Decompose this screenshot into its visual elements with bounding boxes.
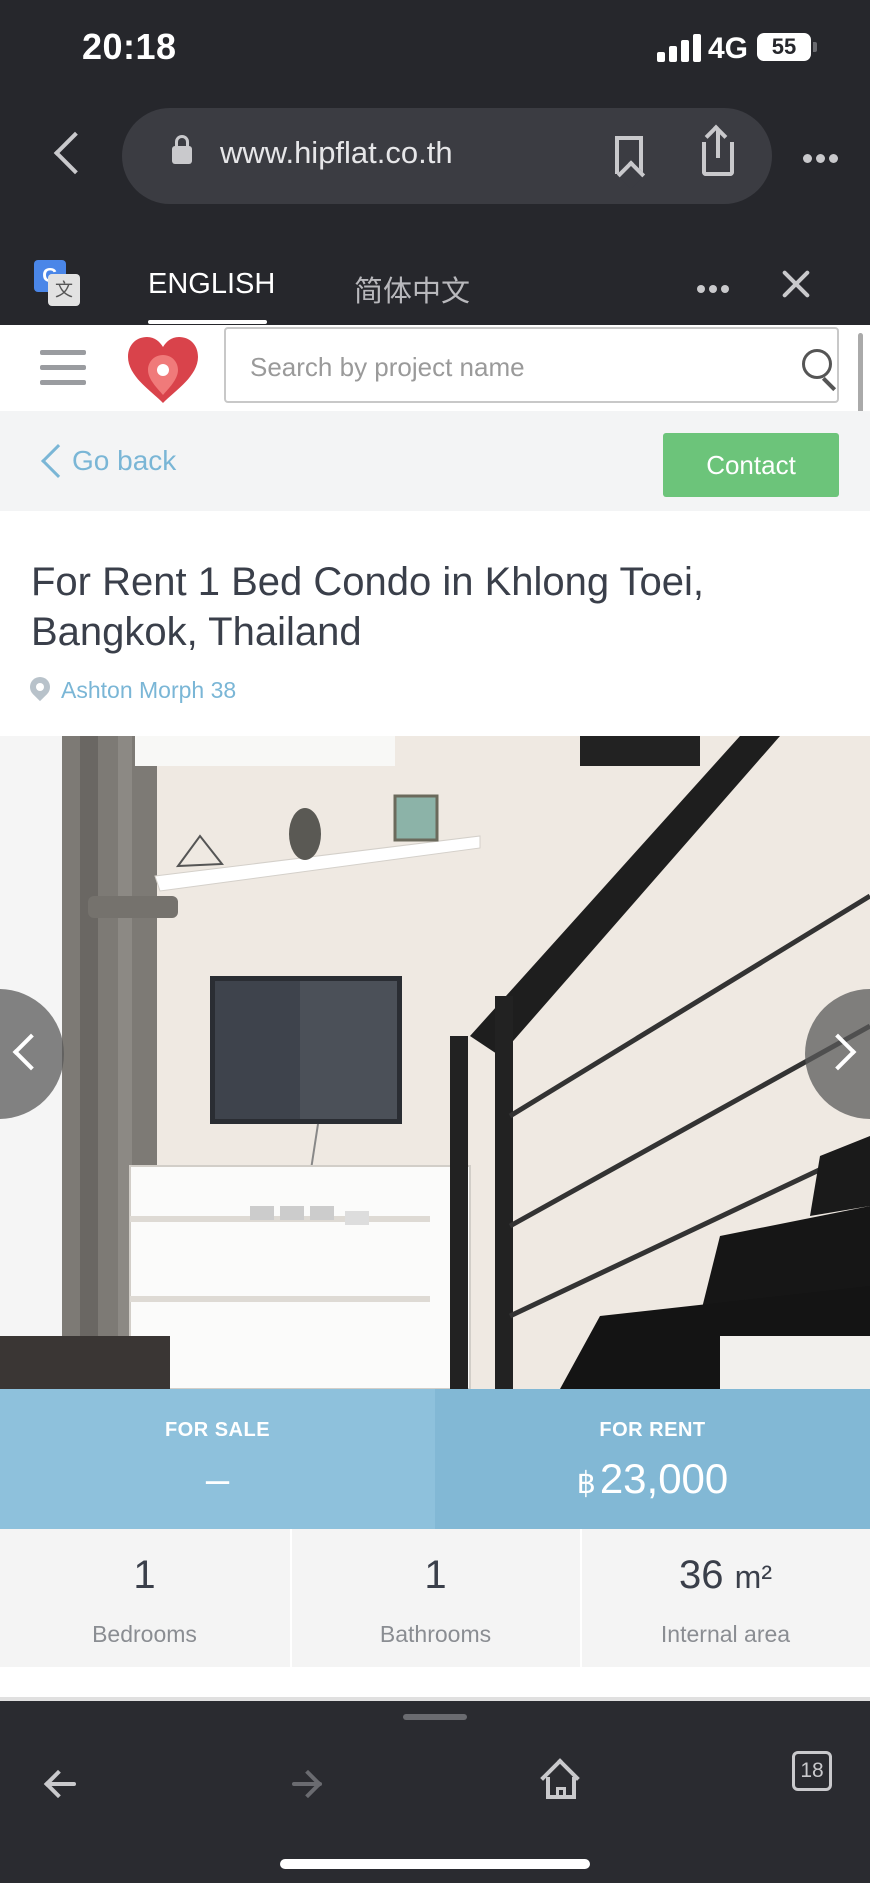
sale-label: FOR SALE	[164, 1419, 271, 1441]
rent-amount: 23,000	[599, 1455, 729, 1502]
search-placeholder: Search by project name	[250, 352, 525, 382]
spec-bedrooms: 1 Bedrooms	[0, 1529, 289, 1667]
chevron-left-icon	[12, 1033, 50, 1071]
hipflat-logo[interactable]	[124, 333, 202, 405]
tab-english[interactable]: ENGLISH	[148, 268, 275, 301]
sale-value: –	[205, 1455, 230, 1502]
forward-arrow-icon[interactable]	[290, 1769, 326, 1799]
url-text[interactable]: www.hipflat.co.th	[220, 135, 453, 171]
battery-icon: 55	[757, 33, 811, 61]
translate-more-icon[interactable]	[697, 280, 733, 298]
chevron-right-icon	[819, 1033, 857, 1071]
back-icon[interactable]	[53, 131, 97, 175]
address-bar[interactable]: www.hipflat.co.th	[122, 108, 772, 204]
listing-photo[interactable]	[0, 736, 870, 1389]
project-link[interactable]: Ashton Morph 38	[61, 677, 236, 704]
contact-button[interactable]: Contact	[663, 433, 839, 497]
site-header: Search by project name	[0, 325, 870, 411]
translate-bar: G 文 ENGLISH 简体中文	[0, 250, 870, 325]
back-arrow-icon[interactable]	[42, 1769, 78, 1799]
close-icon[interactable]	[780, 268, 812, 300]
google-translate-icon: G 文	[34, 260, 80, 306]
bedrooms-value: 1	[133, 1553, 156, 1597]
go-back-label: Go back	[72, 445, 177, 476]
map-pin-icon	[25, 672, 55, 702]
browser-url-row: www.hipflat.co.th	[0, 100, 870, 250]
web-page: Search by project name Go back Contact F…	[0, 325, 870, 1701]
bathrooms-value: 1	[424, 1553, 447, 1597]
spec-row: 1 Bedrooms 1 Bathrooms 36 m² Internal ar…	[0, 1529, 870, 1667]
lock-icon	[172, 135, 192, 164]
rent-label: FOR RENT	[599, 1419, 706, 1441]
signal-icon	[657, 34, 701, 62]
more-icon[interactable]	[803, 150, 842, 168]
bookmark-icon[interactable]	[615, 136, 643, 174]
browser-toolbar: 18	[0, 1701, 870, 1883]
room-photo-illustration	[0, 736, 870, 1389]
drag-handle[interactable]	[403, 1714, 467, 1720]
bathrooms-label: Bathrooms	[379, 1621, 492, 1647]
home-icon[interactable]	[540, 1758, 580, 1801]
tab-chinese[interactable]: 简体中文	[354, 268, 470, 310]
spec-bathrooms: 1 Bathrooms	[290, 1529, 579, 1667]
sale-price-panel: FOR SALE –	[0, 1389, 435, 1529]
active-tab-indicator	[148, 320, 267, 324]
battery-nub	[813, 42, 817, 52]
home-indicator[interactable]	[280, 1859, 590, 1869]
area-number: 36	[679, 1553, 724, 1597]
spec-area: 36 m² Internal area	[580, 1529, 869, 1667]
price-bar: FOR SALE – FOR RENT ฿23,000	[0, 1389, 870, 1529]
chevron-left-icon	[41, 444, 75, 478]
status-bar: 20:18 4G 55	[0, 0, 870, 100]
search-input[interactable]: Search by project name	[224, 327, 839, 403]
clock: 20:18	[82, 26, 177, 67]
bedrooms-label: Bedrooms	[92, 1621, 197, 1647]
area-value: 36 m²	[582, 1553, 869, 1598]
currency-symbol: ฿	[576, 1467, 596, 1500]
area-label: Internal area	[660, 1621, 791, 1647]
area-unit: m²	[734, 1559, 772, 1595]
tabs-icon[interactable]: 18	[792, 1751, 832, 1791]
rent-value: ฿23,000	[435, 1455, 870, 1503]
hamburger-menu-icon[interactable]	[40, 350, 86, 395]
rent-price-panel: FOR RENT ฿23,000	[435, 1389, 870, 1529]
page-title: For Rent 1 Bed Condo in Khlong Toei, Ban…	[31, 560, 705, 654]
action-bar: Go back Contact	[0, 411, 870, 511]
search-icon[interactable]	[802, 349, 832, 379]
network-type: 4G	[708, 32, 749, 65]
